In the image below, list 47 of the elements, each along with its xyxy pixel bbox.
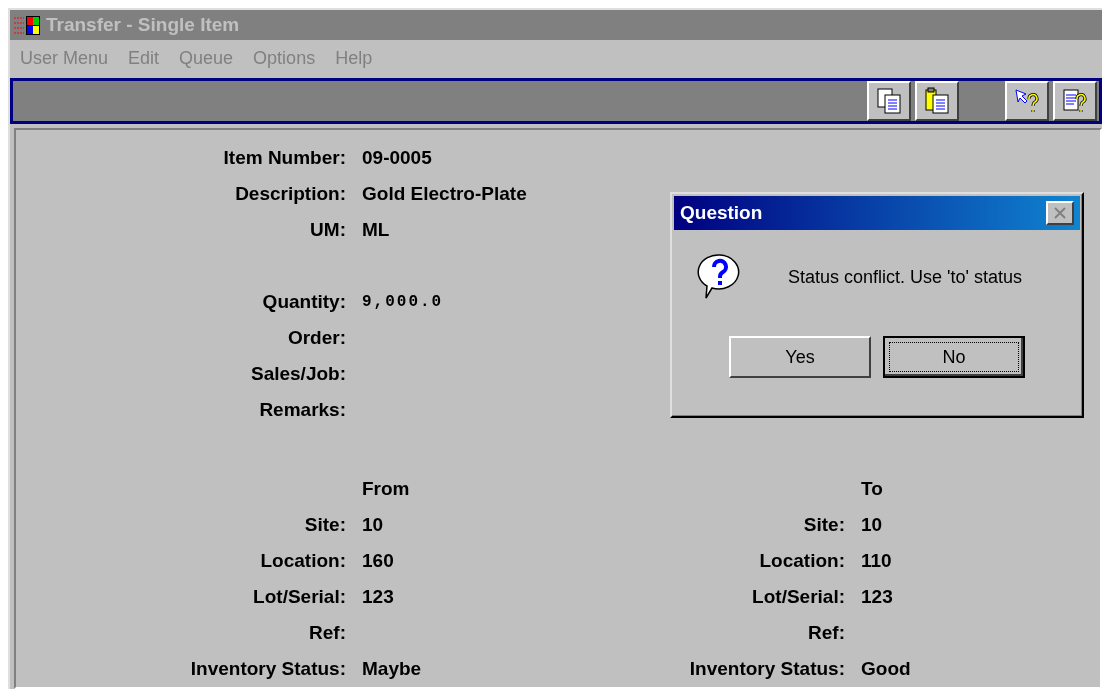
dialog-title: Question [680,202,763,224]
toolbar-button[interactable] [915,81,959,121]
field-label: Location: [259,549,346,573]
column-heading: From [362,477,411,501]
field-label: Order: [286,326,346,350]
window-title: Transfer - Single Item [46,13,240,36]
field-label: Site: [303,513,346,537]
field-label: Sales/Job: [249,362,346,386]
field-label: Lot/Serial: [751,585,845,609]
field-label: Description: [234,182,346,206]
field-label: Inventory Status: [189,657,346,681]
close-button[interactable] [1046,201,1074,225]
field-value: 110 [861,549,892,573]
paste-icon [923,87,951,115]
field-label: Ref: [308,621,346,645]
copy-icon [875,87,903,115]
field-value: 10 [861,513,883,537]
app-icon [12,13,42,36]
close-icon [1053,207,1067,219]
field-label: Ref: [807,621,845,645]
toolbar-button[interactable] [867,81,911,121]
field-value: Maybe [362,657,422,681]
help-pointer-icon [1013,87,1041,115]
field-value: 09-0005 [362,146,432,170]
field-label: Remarks: [258,398,346,422]
toolbar-button[interactable] [1005,81,1049,121]
field-value: 9,000.0 [362,292,444,313]
field-value: 160 [362,549,394,573]
field-value: 10 [362,513,384,537]
field-value: Good [861,657,911,681]
field-label: Inventory Status: [688,657,845,681]
dialog-button[interactable]: No [883,336,1025,378]
field-label: Location: [758,549,845,573]
field-value: Gold Electro-Plate [362,182,527,206]
dialog-button[interactable]: Yes [729,336,871,378]
field-label: Quantity: [261,290,346,314]
field-value: ML [362,218,390,242]
column-heading: To [861,477,884,501]
field-label: UM: [309,218,346,242]
field-label: Site: [802,513,845,537]
field-label: Item Number: [222,146,346,170]
field-value: 123 [362,585,394,609]
help-document-icon [1061,87,1089,115]
field-value: 123 [861,585,893,609]
toolbar-button[interactable] [1053,81,1097,121]
field-label: Lot/Serial: [252,585,346,609]
dialog-message: Status conflict. Use 'to' status [788,266,1022,288]
